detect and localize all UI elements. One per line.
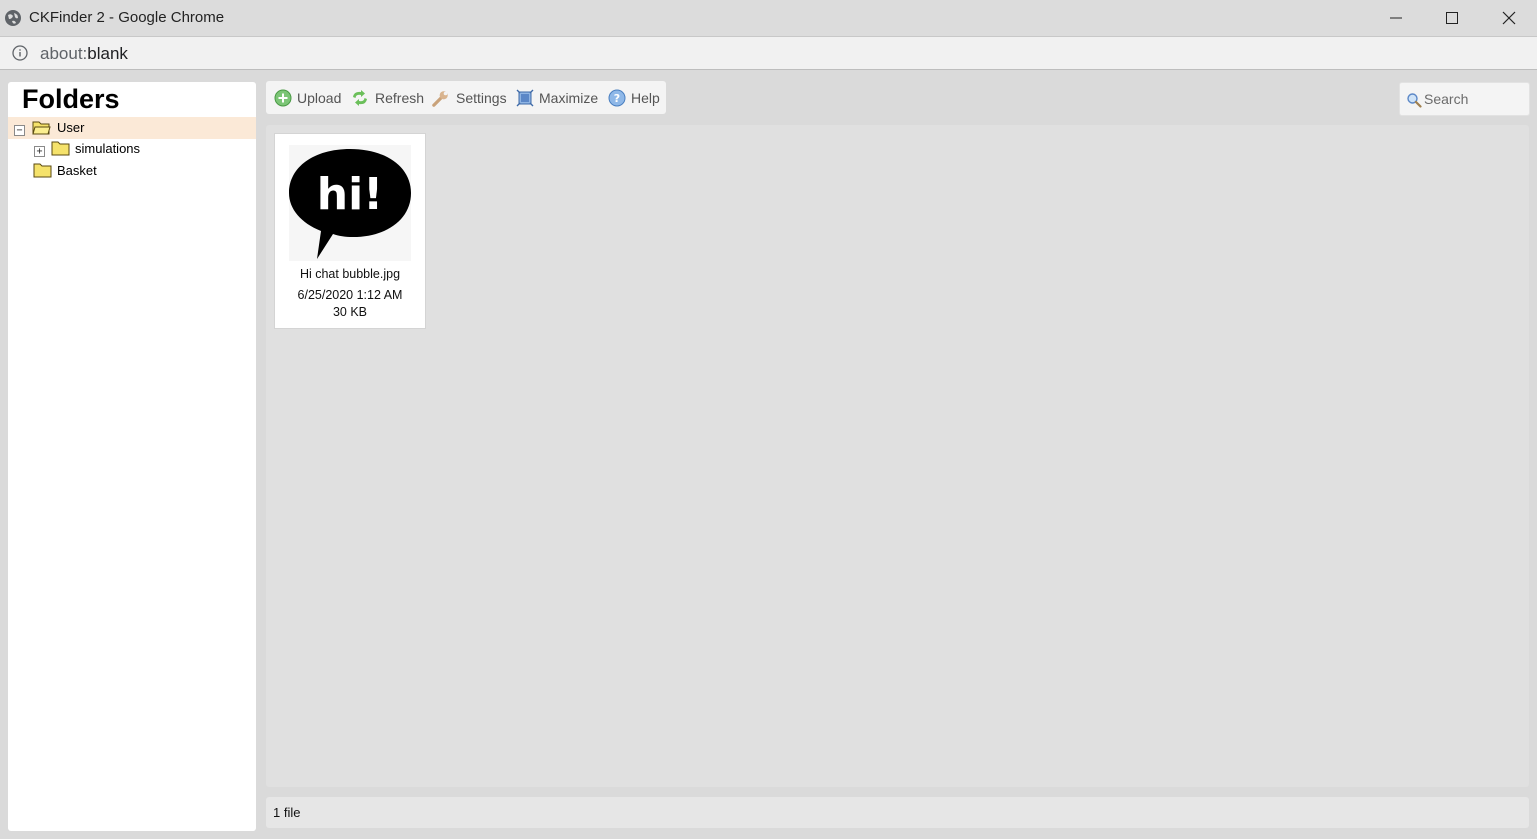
svg-text:?: ?: [614, 92, 620, 105]
folder-label: User: [57, 120, 85, 135]
maximize-icon: [516, 89, 534, 106]
url-scheme: about:: [40, 44, 88, 63]
maximize-window-button[interactable]: [1424, 0, 1480, 36]
folders-heading: Folders: [22, 84, 120, 114]
toolbar: Upload Refresh Settings Maximize ? Help: [266, 81, 666, 114]
status-bar: 1 file: [266, 797, 1529, 828]
folder-icon: [51, 141, 70, 156]
info-icon[interactable]: [12, 45, 28, 61]
file-thumbnail[interactable]: hi!: [289, 145, 411, 261]
folder-label: Basket: [57, 163, 97, 178]
refresh-icon: [353, 89, 367, 106]
help-button[interactable]: ? Help: [608, 81, 660, 114]
search-icon: [1407, 93, 1422, 108]
expand-toggle-icon[interactable]: +: [34, 146, 45, 157]
browser-title-bar: CKFinder 2 - Google Chrome: [0, 0, 1537, 37]
open-folder-icon: [32, 121, 51, 135]
maximize-button[interactable]: Maximize: [516, 81, 598, 114]
folder-tree-item-basket[interactable]: Basket: [8, 160, 256, 182]
file-date: 6/25/2020 1:12 AM: [297, 288, 403, 302]
folder-icon: [33, 163, 52, 178]
upload-button[interactable]: Upload: [274, 81, 341, 114]
window-title: CKFinder 2 - Google Chrome: [29, 9, 225, 26]
wrench-icon: [432, 90, 448, 107]
file-size: 30 KB: [332, 305, 368, 319]
maximize-label: Maximize: [539, 89, 599, 106]
minimize-icon: [1390, 17, 1402, 19]
url-path: blank: [87, 44, 128, 63]
upload-label: Upload: [297, 89, 342, 106]
folders-panel: Folders − User + simulations Basket: [8, 82, 256, 831]
minimize-button[interactable]: [1368, 0, 1424, 36]
close-icon: [1502, 11, 1516, 25]
folder-label: simulations: [75, 141, 141, 156]
folder-tree-item-simulations[interactable]: + simulations: [8, 138, 256, 160]
address-bar[interactable]: about:blank: [0, 37, 1537, 70]
chat-bubble-image: hi!: [289, 149, 411, 259]
file-count: 1 file: [273, 805, 301, 820]
files-area: hi! Hi chat bubble.jpg 6/25/2020 1:12 AM…: [266, 125, 1529, 787]
refresh-label: Refresh: [375, 89, 425, 106]
maximize-window-icon: [1446, 12, 1458, 24]
search-box[interactable]: [1399, 82, 1530, 116]
upload-icon: [274, 89, 292, 106]
file-item[interactable]: hi! Hi chat bubble.jpg 6/25/2020 1:12 AM…: [274, 133, 426, 329]
settings-label: Settings: [456, 89, 507, 106]
collapse-toggle-icon[interactable]: −: [14, 125, 25, 136]
help-icon: ?: [608, 89, 626, 106]
search-input[interactable]: [1424, 89, 1524, 109]
close-window-button[interactable]: [1481, 0, 1537, 36]
globe-icon: [5, 10, 21, 26]
file-name: Hi chat bubble.jpg: [299, 267, 401, 281]
folder-tree-item-user[interactable]: − User: [8, 117, 256, 139]
url-text[interactable]: about:blank: [40, 44, 128, 64]
thumbnail-text: hi!: [317, 169, 383, 220]
help-label: Help: [631, 89, 660, 106]
refresh-button[interactable]: Refresh: [350, 81, 424, 114]
settings-button[interactable]: Settings: [431, 81, 507, 114]
